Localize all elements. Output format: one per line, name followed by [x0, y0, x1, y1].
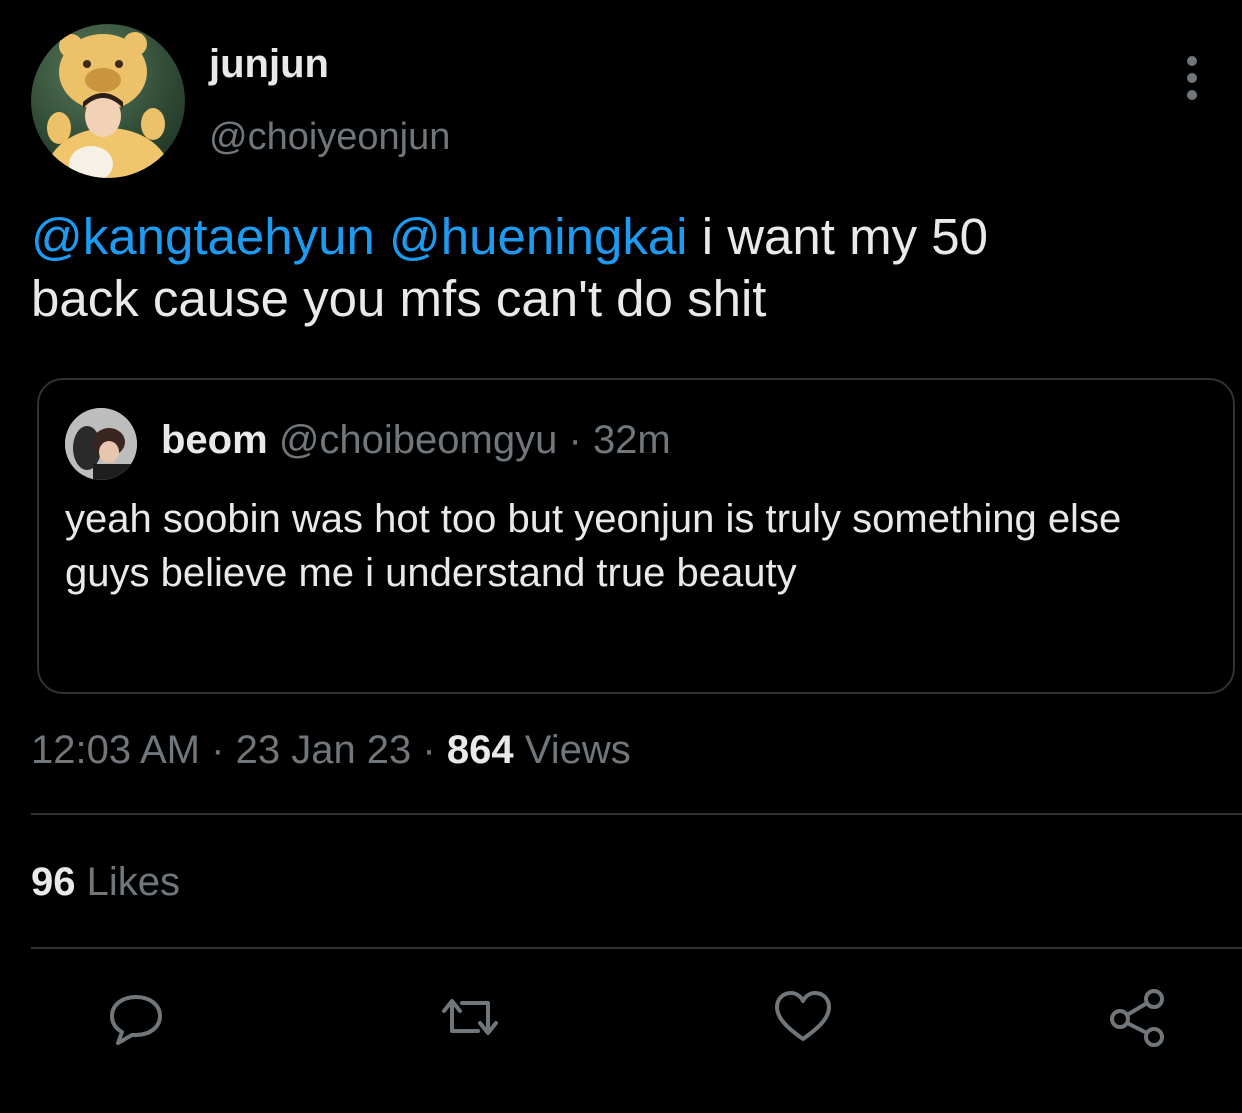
tweet-time[interactable]: 12:03 AM [31, 728, 200, 772]
tweet-date[interactable]: 23 Jan 23 [236, 728, 412, 772]
tweet-timestamp-row: 12:03 AM · 23 Jan 23 · 864 Views [31, 728, 631, 773]
quote-separator: · [568, 418, 582, 462]
author-name[interactable]: junjun [209, 42, 329, 87]
likes-count: 96 [31, 860, 76, 904]
views-label: Views [524, 728, 631, 772]
retweet-button[interactable] [438, 985, 502, 1049]
heart-icon [775, 991, 831, 1041]
quoted-tweet-card[interactable]: beom @choibeomgyu · 32m yeah soobin was … [37, 378, 1235, 694]
author-avatar[interactable] [31, 24, 185, 178]
views-count: 864 [446, 728, 514, 772]
more-vertical-icon-dot [1187, 73, 1197, 83]
action-bar [0, 985, 1242, 1057]
divider [31, 813, 1242, 815]
reply-button[interactable] [104, 985, 168, 1049]
reply-icon [110, 995, 162, 1045]
retweet-icon [442, 999, 498, 1035]
quote-timestamp: 32m [592, 418, 671, 462]
quote-text: yeah soobin was hot too but yeonjun is t… [65, 497, 1122, 595]
quote-author-avatar[interactable] [65, 408, 137, 480]
tweet-body-line2: back cause you mfs can't do shit [31, 270, 767, 327]
tweet-text: @kangtaehyun @hueningkai i want my 50 ba… [31, 206, 1211, 330]
more-options-button[interactable] [1172, 56, 1212, 100]
more-vertical-icon-dot [1187, 90, 1197, 100]
quote-author-handle: @choibeomgyu [278, 418, 558, 462]
quote-author-name: beom [161, 418, 268, 462]
quote-meta: beom @choibeomgyu · 32m [161, 418, 671, 463]
tweet-header: junjun @choiyeonjun [31, 24, 1212, 184]
share-icon [1110, 989, 1164, 1047]
likes-label: Likes [86, 860, 181, 904]
likes-summary[interactable]: 96 Likes [31, 860, 180, 905]
mention-link[interactable]: @kangtaehyun [31, 208, 375, 265]
like-button[interactable] [771, 985, 835, 1049]
more-vertical-icon [1187, 56, 1197, 66]
author-handle[interactable]: @choiyeonjun [209, 116, 450, 159]
divider [31, 947, 1242, 949]
meta-separator: · [422, 728, 436, 772]
share-button[interactable] [1106, 985, 1170, 1049]
mention-link[interactable]: @hueningkai [389, 208, 687, 265]
meta-separator: · [211, 728, 225, 772]
tweet-body-line1: i want my 50 [701, 208, 988, 265]
